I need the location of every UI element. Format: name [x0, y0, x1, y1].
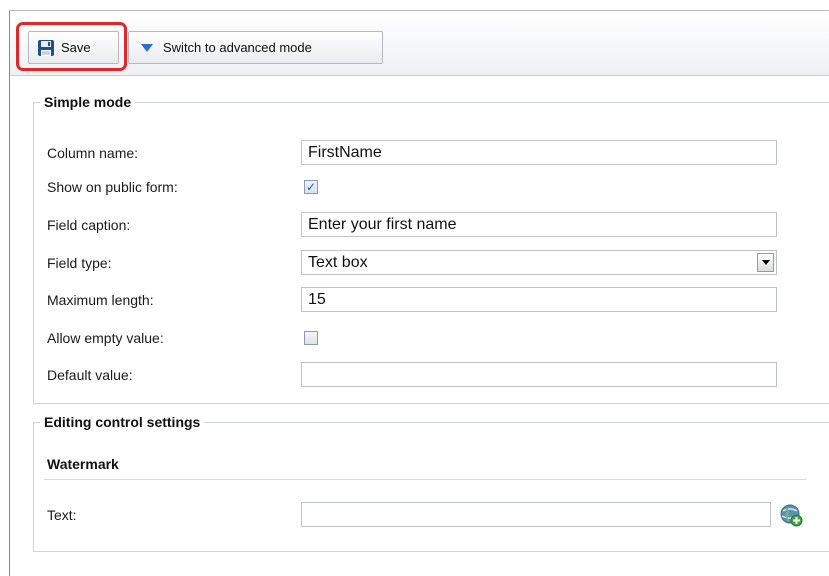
- field-type-selected-value: Text box: [308, 253, 368, 271]
- globe-add-icon[interactable]: [778, 502, 804, 528]
- field-type-label: Field type:: [47, 255, 112, 271]
- default-value-input[interactable]: [301, 362, 777, 387]
- chevron-down-icon[interactable]: [757, 253, 774, 272]
- switch-advanced-mode-label: Switch to advanced mode: [163, 40, 312, 55]
- save-button[interactable]: Save: [28, 31, 119, 64]
- column-name-label: Column name:: [47, 145, 139, 161]
- window-left-border: [9, 10, 10, 576]
- allow-empty-value-checkbox[interactable]: [304, 331, 318, 345]
- simple-mode-legend: Simple mode: [44, 94, 132, 110]
- field-type-select[interactable]: Text box: [301, 250, 777, 275]
- maximum-length-label: Maximum length:: [47, 292, 154, 308]
- watermark-text-input[interactable]: [301, 502, 771, 527]
- maximum-length-input[interactable]: [301, 287, 777, 312]
- watermark-text-label: Text:: [47, 507, 77, 523]
- column-name-input[interactable]: [301, 140, 777, 165]
- show-on-public-form-label: Show on public form:: [47, 179, 178, 195]
- field-caption-label: Field caption:: [47, 217, 131, 233]
- watermark-divider: [44, 479, 807, 480]
- checkmark-icon: ✓: [305, 180, 317, 194]
- triangle-down-icon: [141, 43, 153, 52]
- show-on-public-form-checkbox[interactable]: ✓: [304, 180, 318, 194]
- default-value-label: Default value:: [47, 367, 133, 383]
- watermark-heading: Watermark: [47, 456, 119, 472]
- editing-control-settings-section: Editing control settings: [33, 414, 829, 552]
- field-caption-input[interactable]: [301, 212, 777, 237]
- editing-control-settings-legend: Editing control settings: [44, 414, 201, 430]
- save-button-label: Save: [61, 40, 91, 55]
- floppy-disk-icon: [37, 39, 55, 57]
- switch-advanced-mode-button[interactable]: Switch to advanced mode: [128, 31, 383, 64]
- allow-empty-value-label: Allow empty value:: [47, 330, 164, 346]
